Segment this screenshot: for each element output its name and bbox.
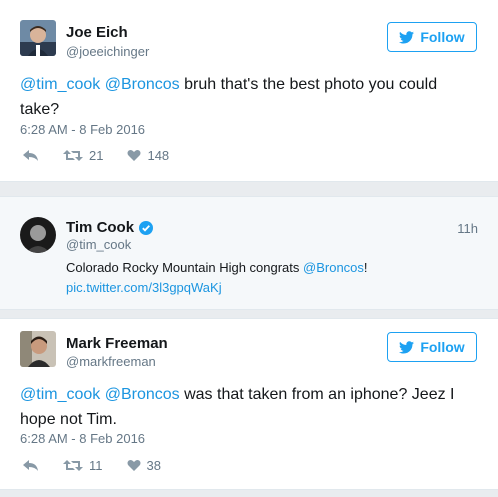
retweet-icon: [63, 460, 83, 471]
verified-badge-icon: [139, 220, 154, 235]
quoted-tweet[interactable]: Tim Cook @tim_cook 11h Colorado Rocky Mo…: [0, 196, 498, 310]
avatar[interactable]: [20, 331, 56, 367]
media-link[interactable]: pic.twitter.com/3l3gpqWaKj: [66, 280, 222, 295]
timestamp[interactable]: 6:28 AM - 8 Feb 2016: [20, 431, 145, 446]
display-name[interactable]: Mark Freeman: [66, 335, 168, 352]
twitter-bird-icon: [399, 340, 415, 353]
heart-icon: [127, 460, 140, 471]
retweet-count: 21: [89, 148, 104, 163]
reply-icon: [23, 460, 38, 471]
like-count: 148: [147, 148, 170, 163]
user-handle[interactable]: @markfreeman: [66, 354, 156, 369]
retweet-icon: [63, 150, 83, 161]
like-button[interactable]: 148: [127, 148, 169, 163]
timestamp[interactable]: 6:28 AM - 8 Feb 2016: [20, 122, 145, 137]
tweet-card: Joe Eich @joeeichinger Follow @tim_cook …: [0, 0, 498, 182]
reply-icon: [23, 150, 38, 161]
retweet-button[interactable]: 11: [63, 458, 103, 473]
follow-label: Follow: [420, 29, 465, 45]
user-handle[interactable]: @tim_cook: [66, 237, 131, 252]
avatar[interactable]: [20, 217, 56, 253]
follow-label: Follow: [420, 339, 465, 355]
elapsed-time[interactable]: 11h: [457, 221, 478, 236]
quoted-author[interactable]: Tim Cook: [66, 219, 154, 236]
twitter-bird-icon: [399, 30, 415, 43]
mention-link[interactable]: @tim_cook: [20, 386, 100, 403]
reply-button[interactable]: [22, 459, 39, 472]
display-name[interactable]: Joe Eich: [66, 24, 128, 41]
retweet-count: 11: [89, 458, 103, 473]
reply-button[interactable]: [22, 149, 39, 162]
quoted-body: Colorado Rocky Mountain High congrats: [66, 260, 304, 275]
mention-link[interactable]: @tim_cook: [20, 76, 100, 93]
tweet-actions: 21 148: [22, 148, 169, 163]
follow-button[interactable]: Follow: [387, 332, 477, 362]
heart-icon: [127, 150, 141, 161]
avatar[interactable]: [20, 20, 56, 56]
like-count: 38: [146, 458, 161, 473]
retweet-button[interactable]: 21: [63, 148, 103, 163]
like-button[interactable]: 38: [127, 458, 161, 473]
display-name: Tim Cook: [66, 219, 135, 236]
mention-link[interactable]: @Broncos: [105, 386, 180, 403]
mention-link[interactable]: @Broncos: [303, 260, 364, 275]
tweet-card: Mark Freeman @markfreeman Follow @tim_co…: [0, 318, 498, 490]
user-handle[interactable]: @joeeichinger: [66, 44, 149, 59]
quoted-body-end: !: [363, 260, 368, 275]
tweet-actions: 11 38: [22, 458, 161, 473]
mention-link[interactable]: @Broncos: [105, 76, 180, 93]
tweet-text: @tim_cook @Broncos was that taken from a…: [20, 382, 470, 432]
quoted-text: Colorado Rocky Mountain High congrats @B…: [66, 258, 466, 298]
follow-button[interactable]: Follow: [387, 22, 477, 52]
tweet-text: @tim_cook @Broncos bruh that's the best …: [20, 72, 460, 122]
